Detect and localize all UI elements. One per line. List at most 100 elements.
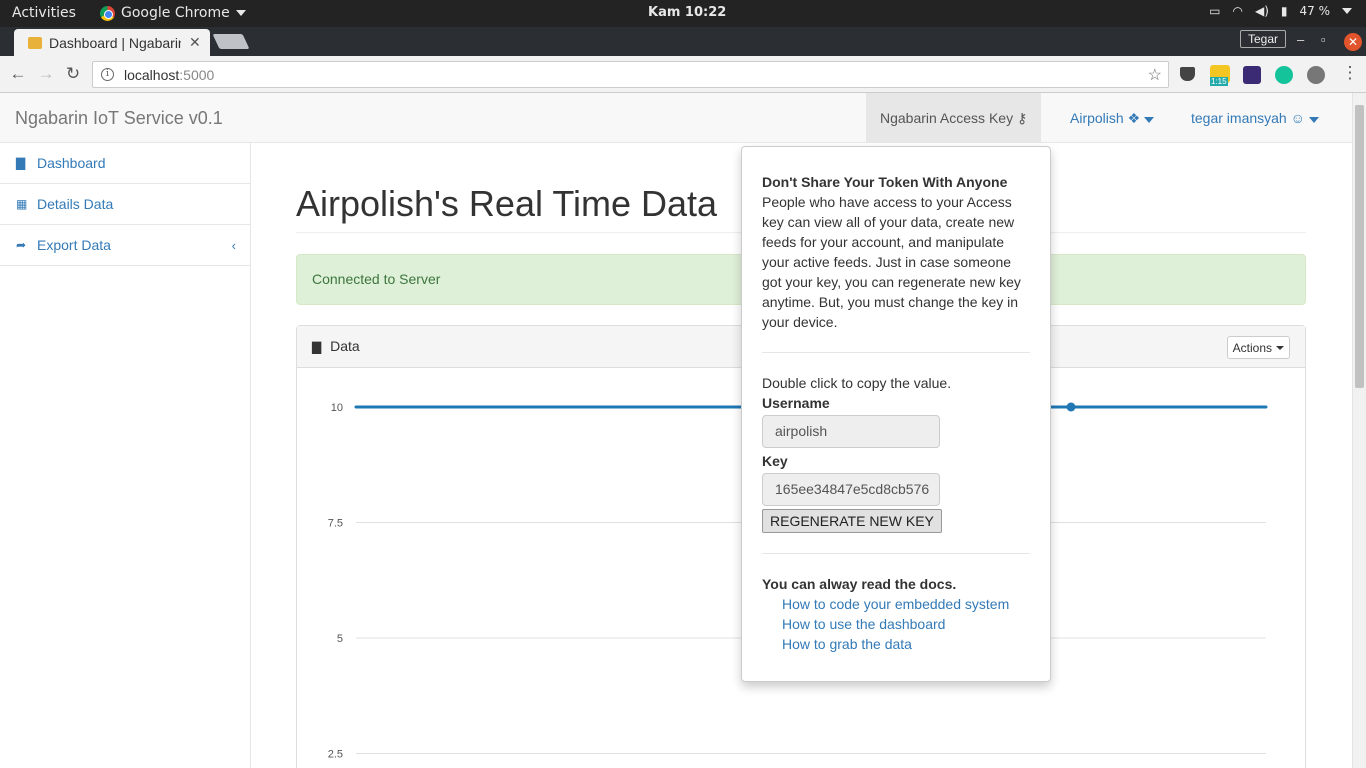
warning-title: Don't Share Your Token With Anyone [762,174,1008,190]
close-icon[interactable]: ✕ [189,34,201,51]
extension-icon[interactable] [1243,66,1261,84]
data-point [1264,405,1268,409]
extension-badge-icon[interactable]: 1:15 [1210,65,1230,86]
battery-level: 47 % [1299,4,1331,18]
app-menu-label: Google Chrome [121,5,230,21]
browser-tab[interactable]: Dashboard | Ngabarin ✕ [14,29,210,56]
system-tray[interactable]: ▭ ◠ ◀) ▮ 47 % [1209,4,1352,18]
scrollbar-thumb[interactable] [1355,105,1364,388]
chat-extension-icon[interactable] [1307,66,1325,84]
y-tick-label: 5 [337,633,343,645]
data-point [549,405,553,409]
screen-icon: ▭ [1209,4,1221,18]
access-key-label: Ngabarin Access Key [880,110,1014,126]
user-menu[interactable]: tegar imansyah ☺ [1177,93,1333,143]
share-icon: ➦ [16,238,27,252]
sidebar-item-export-data[interactable]: ➦ Export Data ‹ [0,225,250,266]
brand[interactable]: Ngabarin IoT Service v0.1 [15,108,223,129]
y-tick-label: 10 [331,402,343,414]
popover-divider [762,352,1030,353]
wifi-icon: ◠ [1232,4,1243,18]
back-icon[interactable]: ← [8,64,28,84]
maximize-icon[interactable]: ▫ [1321,32,1326,47]
browser-toolbar: ← → ↻ i localhost:5000 ☆ 1:15 ⋮ [0,56,1366,93]
minimize-icon[interactable]: – [1297,32,1304,47]
favicon-icon [28,36,42,49]
bar-chart-icon: ▇ [312,340,322,354]
actions-dropdown-button[interactable]: Actions [1226,336,1290,359]
access-key-menu[interactable]: Ngabarin Access Key ⚷ [866,93,1042,143]
data-point [419,405,423,409]
access-key-popover: Don't Share Your Token With Anyone Peopl… [741,146,1051,682]
chevron-down-icon [1144,117,1155,123]
profile-button[interactable]: Tegar [1240,30,1287,48]
chevron-down-icon [235,10,246,16]
user-label: tegar imansyah [1191,110,1287,126]
data-point [679,405,683,409]
device-menu[interactable]: Airpolish ❖ [1056,93,1168,143]
data-point [354,405,358,409]
actions-label: Actions [1232,340,1272,355]
page-scrollbar[interactable] [1352,93,1366,768]
app-menu[interactable]: Google Chrome [100,5,246,21]
device-label: Airpolish [1070,110,1124,126]
regenerate-key-button[interactable]: REGENERATE NEW KEY [762,509,942,533]
url-host: localhost [124,66,180,83]
pocket-icon[interactable] [1180,67,1195,81]
username-field[interactable]: airpolish [762,415,940,448]
key-icon: ⚷ [1016,110,1028,126]
cubes-icon: ❖ [1127,110,1141,126]
sidebar-item-details-data[interactable]: ▦ Details Data [0,184,250,225]
chevron-down-icon [1342,8,1352,14]
data-point [1199,405,1203,409]
battery-icon: ▮ [1280,4,1288,18]
sidebar-item-label: Export Data [37,237,111,253]
username-label: Username [762,395,830,411]
chevron-left-icon[interactable]: ‹ [232,238,236,253]
tab-strip: Dashboard | Ngabarin ✕ Tegar – ▫ [0,27,1366,56]
docs-link-embedded[interactable]: How to code your embedded system [782,594,1030,614]
clock[interactable]: Kam 10:22 [648,5,726,20]
os-top-bar: Activities Google Chrome Kam 10:22 ▭ ◠ ◀… [0,0,1366,27]
panel-title: Data [330,338,360,354]
top-navbar: Ngabarin IoT Service v0.1 Ngabarin Acces… [0,93,1352,143]
sidebar-item-label: Details Data [37,196,114,212]
bookmark-star-icon[interactable]: ☆ [1148,65,1162,85]
data-point [614,405,618,409]
chevron-down-icon [1308,117,1319,123]
y-tick-label: 7.5 [328,518,343,530]
data-point [484,405,488,409]
sidebar: ▇ Dashboard ▦ Details Data ➦ Export Data… [0,143,251,768]
web-page: Ngabarin IoT Service v0.1 Ngabarin Acces… [0,93,1352,768]
popover-divider [762,553,1030,554]
docs-link-dashboard[interactable]: How to use the dashboard [782,614,1030,634]
page-title: Airpolish's Real Time Data [296,183,718,224]
key-field[interactable]: 165ee34847e5cd8cb576 [762,473,940,506]
y-tick-label: 2.5 [328,749,343,761]
copy-hint: Double click to copy the value. [762,375,952,391]
forward-icon[interactable]: → [36,64,56,84]
sidebar-item-dashboard[interactable]: ▇ Dashboard [0,143,250,184]
extension-badge-count: 1:15 [1210,77,1228,86]
docs-link-grab-data[interactable]: How to grab the data [782,634,1030,654]
window-close-icon[interactable]: ✕ [1344,33,1362,51]
sidebar-item-label: Dashboard [37,155,106,171]
url-port: :5000 [179,66,215,83]
key-label: Key [762,453,788,469]
info-icon[interactable]: i [101,68,114,81]
data-point [1134,405,1138,409]
highlighted-data-point [1066,402,1076,412]
warning-text: People who have access to your Access ke… [762,194,1021,330]
new-tab-button[interactable] [212,34,250,49]
address-bar[interactable]: i localhost:5000 ☆ [92,61,1169,88]
bar-chart-icon: ▇ [16,156,26,170]
activities-button[interactable]: Activities [12,5,76,21]
table-icon: ▦ [16,197,28,211]
docs-title: You can alway read the docs. [762,576,957,592]
reload-icon[interactable]: ↻ [63,64,83,84]
menu-icon[interactable]: ⋮ [1340,63,1360,83]
user-icon: ☺ [1290,110,1305,126]
volume-icon: ◀) [1254,4,1269,18]
grammarly-icon[interactable] [1275,66,1293,84]
tab-title: Dashboard | Ngabarin [49,34,181,51]
